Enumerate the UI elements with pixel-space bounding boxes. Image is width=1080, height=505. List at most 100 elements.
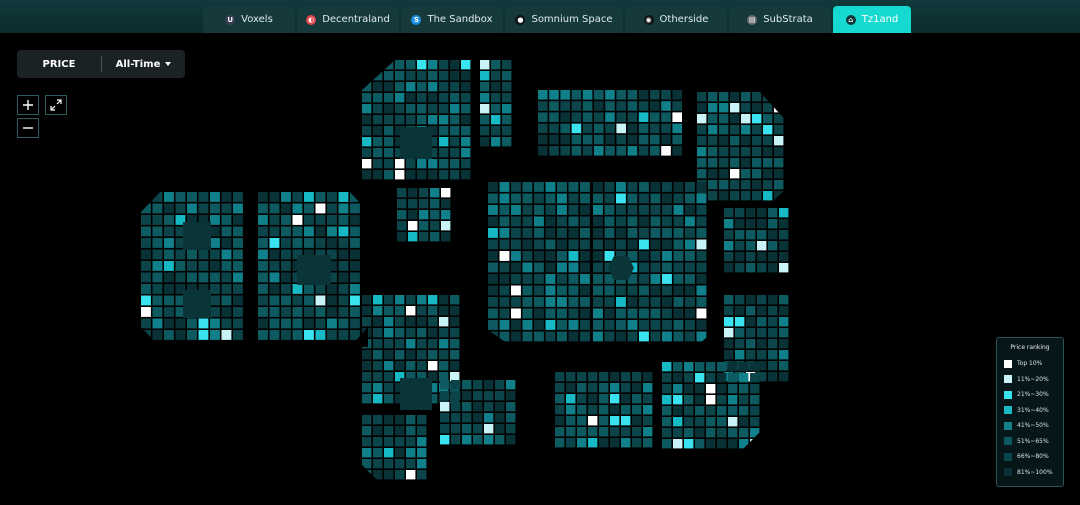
- parcel[interactable]: [599, 427, 609, 437]
- parcel[interactable]: [491, 82, 501, 92]
- parcel[interactable]: [632, 405, 642, 415]
- parcel[interactable]: [534, 193, 544, 204]
- parcel[interactable]: [728, 439, 738, 449]
- parcel[interactable]: [557, 239, 567, 250]
- parcel[interactable]: [439, 339, 449, 349]
- parcel[interactable]: [350, 307, 360, 317]
- parcel[interactable]: [450, 372, 460, 382]
- parcel[interactable]: [430, 232, 440, 242]
- parcel[interactable]: [462, 435, 472, 445]
- parcel[interactable]: [175, 272, 186, 283]
- parcel[interactable]: [538, 134, 548, 145]
- parcel[interactable]: [768, 230, 778, 240]
- parcel[interactable]: [417, 295, 427, 305]
- parcel[interactable]: [685, 228, 695, 238]
- parcel[interactable]: [719, 92, 729, 102]
- parcel[interactable]: [499, 251, 510, 261]
- parcel[interactable]: [499, 216, 510, 227]
- parcel[interactable]: [741, 125, 751, 135]
- parcel[interactable]: [384, 148, 394, 158]
- parcel[interactable]: [373, 415, 383, 425]
- parcel[interactable]: [362, 372, 372, 382]
- parcel[interactable]: [451, 435, 461, 445]
- parcel[interactable]: [673, 331, 684, 342]
- parcel[interactable]: [488, 205, 498, 215]
- parcel[interactable]: [555, 372, 565, 382]
- parcel[interactable]: [441, 188, 451, 198]
- parcel[interactable]: [269, 272, 280, 283]
- parcel[interactable]: [719, 180, 729, 190]
- parcel[interactable]: [610, 383, 620, 393]
- parcel[interactable]: [428, 93, 438, 103]
- parcel[interactable]: [560, 134, 570, 145]
- parcel[interactable]: [639, 205, 649, 215]
- parcel[interactable]: [746, 208, 756, 218]
- parcel[interactable]: [741, 158, 751, 168]
- parcel[interactable]: [621, 394, 631, 404]
- parcel[interactable]: [395, 350, 405, 360]
- parcel[interactable]: [673, 362, 683, 372]
- parcel[interactable]: [673, 297, 684, 307]
- plaza[interactable]: [297, 255, 331, 285]
- parcel[interactable]: [141, 226, 151, 237]
- parcel[interactable]: [571, 112, 582, 122]
- parcel[interactable]: [417, 470, 427, 480]
- parcel[interactable]: [534, 216, 544, 227]
- parcel[interactable]: [406, 104, 416, 114]
- parcel[interactable]: [746, 295, 756, 305]
- parcel[interactable]: [627, 123, 638, 134]
- parcel[interactable]: [281, 307, 291, 317]
- parcel[interactable]: [164, 203, 174, 214]
- parcel[interactable]: [488, 285, 498, 296]
- parcel[interactable]: [484, 380, 494, 390]
- parcel[interactable]: [719, 147, 729, 157]
- parcel[interactable]: [473, 402, 483, 412]
- parcel[interactable]: [730, 92, 740, 102]
- parcel[interactable]: [495, 435, 505, 445]
- parcel[interactable]: [152, 238, 163, 248]
- parcel[interactable]: [373, 126, 383, 136]
- parcel[interactable]: [233, 249, 243, 260]
- parcel[interactable]: [593, 274, 603, 284]
- parcel[interactable]: [779, 219, 789, 229]
- parcel[interactable]: [534, 274, 544, 284]
- parcel[interactable]: [580, 331, 590, 342]
- parcel[interactable]: [568, 297, 579, 307]
- parcel[interactable]: [568, 216, 579, 227]
- parcel[interactable]: [430, 210, 440, 220]
- parcel[interactable]: [522, 182, 533, 192]
- parcel[interactable]: [233, 318, 243, 329]
- parcel[interactable]: [315, 284, 326, 294]
- parcel[interactable]: [632, 383, 642, 393]
- parcel[interactable]: [502, 93, 512, 103]
- parcel[interactable]: [605, 101, 615, 111]
- parcel[interactable]: [440, 380, 450, 390]
- parcel[interactable]: [395, 93, 405, 103]
- parcel[interactable]: [588, 394, 598, 404]
- parcel[interactable]: [662, 285, 672, 296]
- parcel[interactable]: [327, 238, 337, 248]
- parcel[interactable]: [662, 228, 672, 238]
- parcel[interactable]: [373, 350, 383, 360]
- parcel[interactable]: [408, 232, 418, 242]
- parcel[interactable]: [338, 284, 349, 294]
- parcel[interactable]: [580, 274, 590, 284]
- parcel[interactable]: [450, 159, 460, 169]
- parcel[interactable]: [696, 274, 707, 284]
- parcel[interactable]: [221, 203, 232, 214]
- parcel[interactable]: [491, 115, 501, 125]
- parcel[interactable]: [650, 308, 661, 319]
- parcel[interactable]: [661, 123, 671, 134]
- parcel[interactable]: [757, 328, 767, 338]
- parcel[interactable]: [594, 112, 604, 122]
- parcel[interactable]: [281, 330, 291, 340]
- parcel[interactable]: [752, 180, 762, 190]
- parcel[interactable]: [577, 394, 587, 404]
- parcel[interactable]: [406, 115, 416, 125]
- parcel[interactable]: [450, 126, 460, 136]
- parcel[interactable]: [545, 193, 556, 204]
- parcel[interactable]: [384, 71, 394, 81]
- parcel[interactable]: [643, 416, 653, 426]
- parcel[interactable]: [616, 285, 626, 296]
- parcel[interactable]: [522, 239, 533, 250]
